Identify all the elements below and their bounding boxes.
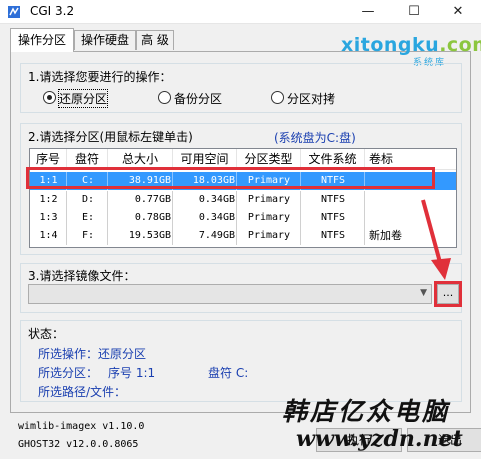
cell-free: 18.03GB (192, 175, 235, 186)
cell-fs: NTFS (320, 212, 346, 223)
radio-copy-label[interactable]: 分区对拷 (287, 90, 335, 107)
wimlib-version: wimlib-imagex v1.10.0 (18, 421, 145, 432)
radio-backup-dot[interactable] (158, 91, 171, 104)
cell-total: 0.78GB (134, 212, 171, 223)
status-label: 状态： (28, 327, 65, 341)
step2-label: 2.请选择分区(用鼠标左键单击) (28, 130, 193, 144)
tab-advanced[interactable]: 高 级 (136, 30, 174, 50)
cell-index: 1:1 (39, 175, 58, 186)
app-icon (8, 6, 20, 18)
watermark-brand: xitongku (341, 34, 440, 56)
browse-button[interactable]: ... (437, 284, 459, 304)
table-row[interactable]: 1:4 F: 19.53GB 7.49GB Primary NTFS 新加卷 (30, 227, 456, 245)
close-button[interactable]: ✕ (435, 0, 481, 24)
cell-fs: NTFS (320, 194, 346, 205)
col-type[interactable]: 分区类型 (237, 149, 301, 170)
radio-restore-label[interactable]: 还原分区 (57, 89, 109, 108)
partition-table[interactable]: 序号 盘符 总大小 可用空间 分区类型 文件系统 卷标 1:1 C: 38.91… (29, 148, 457, 248)
watermark-url: www.yzdn.net (296, 426, 463, 452)
cell-total: 0.77GB (134, 194, 171, 205)
cell-type: Primary (247, 175, 291, 186)
chevron-down-icon[interactable]: ▼ (420, 288, 427, 298)
cell-drive: F: (82, 230, 95, 241)
step1-label: 1.请选择您要进行的操作： (28, 70, 172, 84)
cell-type: Primary (247, 194, 291, 205)
cell-index: 1:2 (39, 194, 58, 205)
step3-label: 3.请选择镜像文件： (28, 269, 136, 283)
cell-fs: NTFS (320, 175, 346, 186)
status-op-value: 还原分区 (98, 347, 147, 361)
watermark-shop-name: 韩店亿众电脑 (282, 397, 451, 426)
system-disk-note: (系统盘为C:盘) (274, 131, 356, 145)
ghost-version: GHOST32 v12.0.0.8065 (18, 439, 139, 450)
table-row[interactable]: 1:2 D: 0.77GB 0.34GB Primary NTFS (30, 191, 456, 209)
watermark-tld: .com (439, 34, 481, 56)
cell-type: Primary (247, 212, 291, 223)
cell-free: 0.34GB (198, 212, 235, 223)
status-part-drive: 盘符 C: (208, 366, 249, 380)
cell-total: 19.53GB (128, 230, 171, 241)
status-op-label: 所选操作： (38, 347, 99, 361)
arrow-annotation-icon (421, 199, 451, 280)
radio-backup-label[interactable]: 备份分区 (174, 90, 222, 107)
cell-drive: E: (82, 212, 95, 223)
window-title: CGI 3.2 (30, 4, 75, 18)
table-header: 序号 盘符 总大小 可用空间 分区类型 文件系统 卷标 (30, 149, 456, 170)
col-total[interactable]: 总大小 (108, 149, 173, 170)
cell-drive: D: (82, 194, 95, 205)
col-label[interactable]: 卷标 (365, 149, 456, 170)
col-drive[interactable]: 盘符 (67, 149, 108, 170)
cell-free: 0.34GB (198, 194, 235, 205)
col-index[interactable]: 序号 (30, 149, 67, 170)
radio-copy-dot[interactable] (271, 91, 284, 104)
cell-index: 1:3 (39, 212, 58, 223)
radio-restore-dot[interactable] (43, 91, 56, 104)
col-free[interactable]: 可用空间 (173, 149, 237, 170)
status-path-label: 所选路径/文件： (38, 385, 127, 399)
status-part-index: 序号 1:1 (108, 366, 156, 380)
cell-total: 38.91GB (128, 175, 171, 186)
table-row[interactable]: 1:3 E: 0.78GB 0.34GB Primary NTFS (30, 209, 456, 227)
cell-type: Primary (247, 230, 291, 241)
image-file-select[interactable]: ▼ (28, 284, 432, 304)
cell-drive: C: (82, 175, 95, 186)
cell-fs: NTFS (320, 230, 346, 241)
cell-free: 7.49GB (198, 230, 235, 241)
table-row[interactable]: 1:1 C: 38.91GB 18.03GB Primary NTFS (30, 172, 456, 190)
maximize-button[interactable]: ☐ (391, 0, 437, 24)
cell-index: 1:4 (39, 230, 58, 241)
status-part-label: 所选分区： (38, 366, 99, 380)
minimize-button[interactable]: — (345, 0, 391, 24)
col-fs[interactable]: 文件系统 (301, 149, 365, 170)
tab-operate-disk[interactable]: 操作硬盘 (74, 30, 136, 50)
cell-label (369, 172, 455, 190)
tab-operate-partition[interactable]: 操作分区 (10, 28, 74, 52)
watermark-logo: xitongku.com 系统库 (341, 34, 481, 68)
title-bar: CGI 3.2 — ☐ ✕ (0, 0, 481, 24)
